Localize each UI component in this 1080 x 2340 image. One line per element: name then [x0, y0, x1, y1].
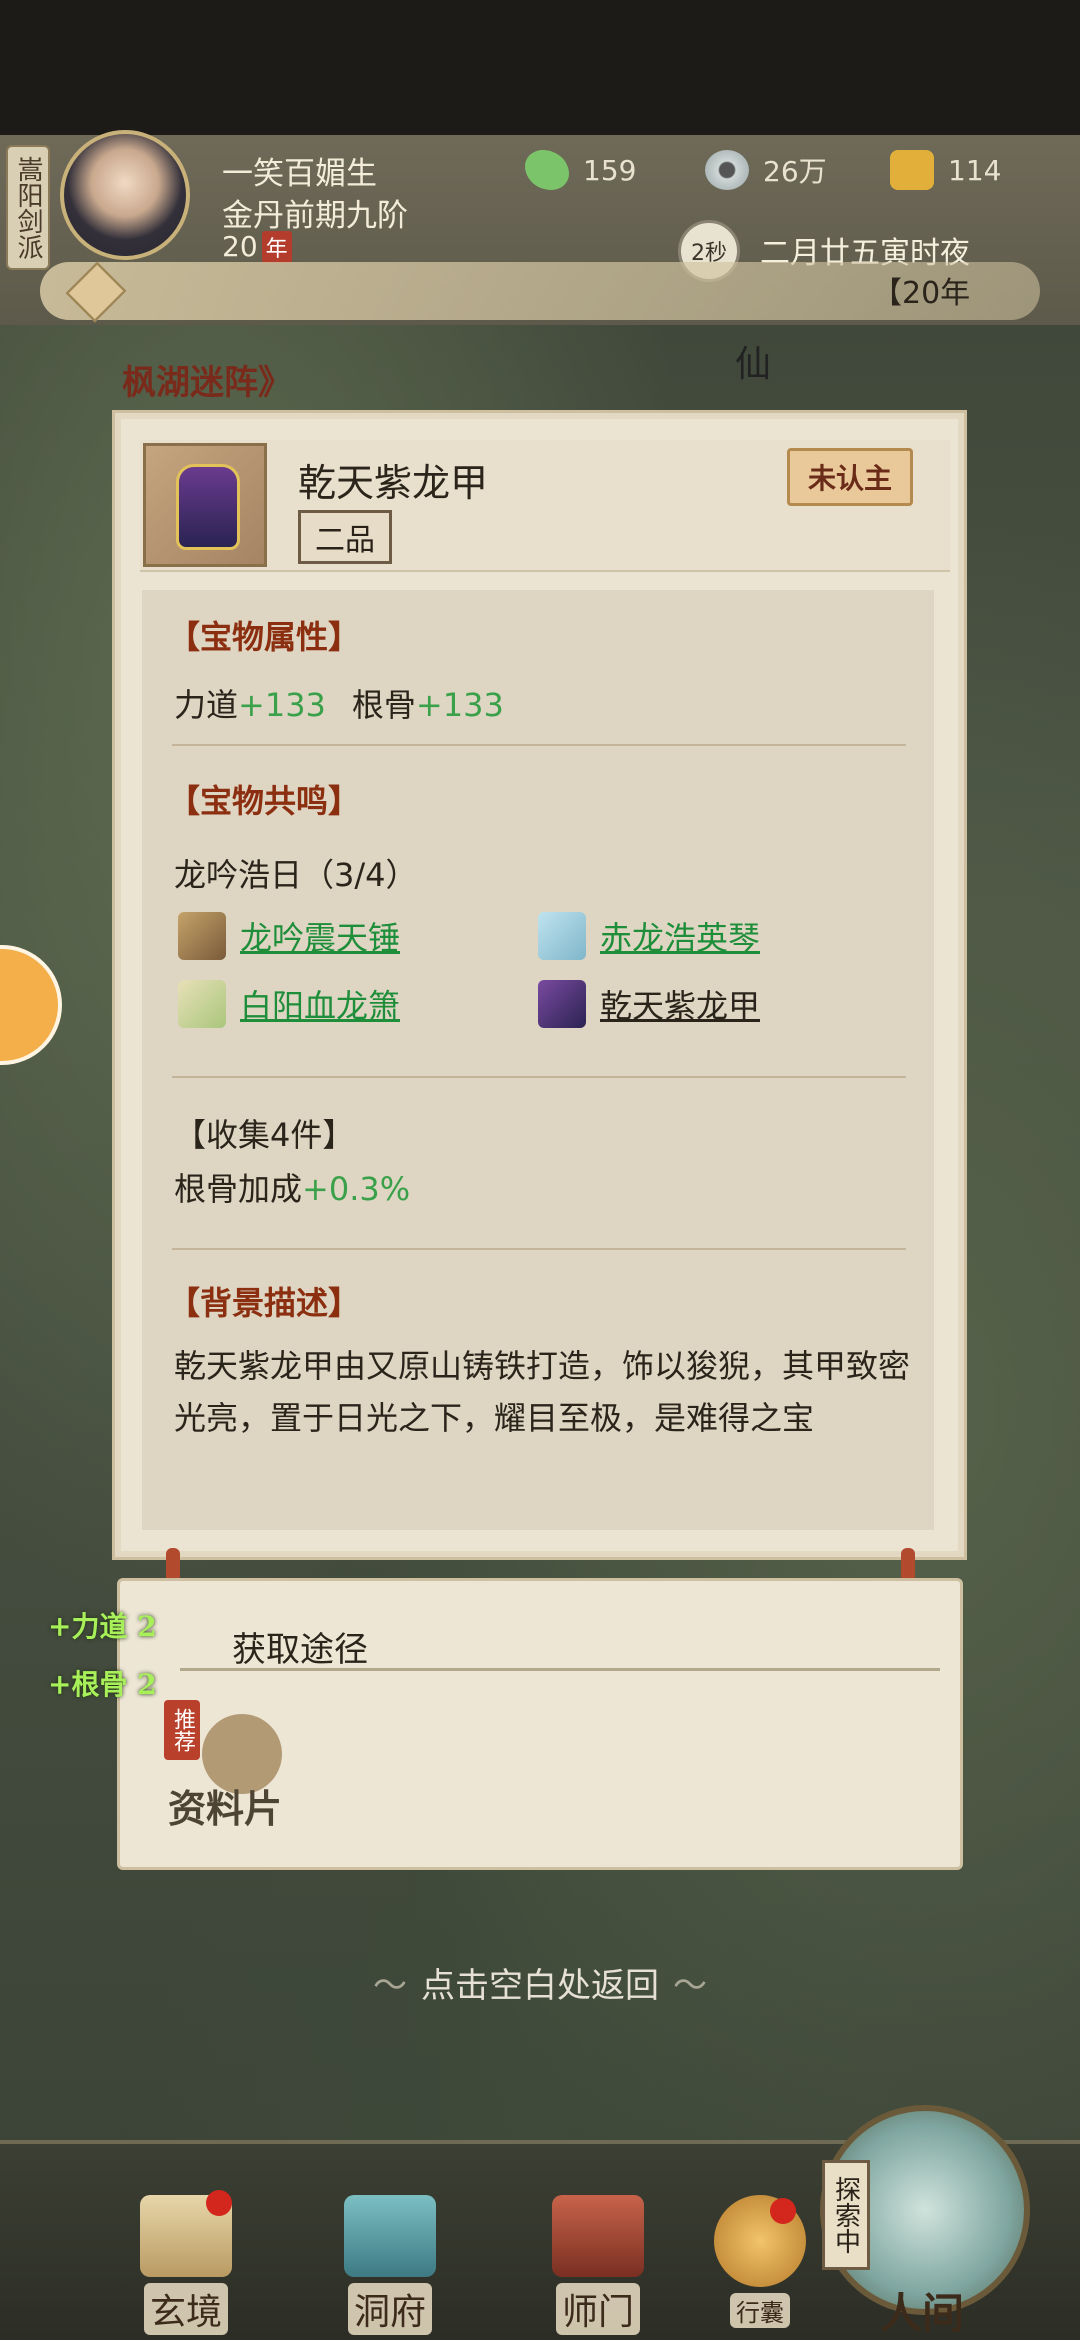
flute-icon	[178, 980, 226, 1028]
area-title[interactable]: 枫湖迷阵》	[122, 355, 292, 404]
floating-stat: +力道 2	[48, 1610, 157, 1643]
nav-label: 洞府	[347, 2283, 432, 2335]
set-name: 龙吟浩日（3/4）	[174, 856, 418, 894]
collection-bonus-label: 根骨加成	[174, 1170, 303, 1208]
nav-label: 行囊	[730, 2293, 790, 2328]
armor-icon	[538, 980, 586, 1028]
divider	[172, 744, 906, 746]
set-item-label: 龙吟震天锤	[240, 919, 401, 957]
floating-stat: +根骨 2	[48, 1668, 157, 1701]
divider	[172, 1248, 906, 1250]
bind-status-badge: 未认主	[787, 448, 914, 506]
obtain-divider	[180, 1668, 940, 1671]
stat-constitution-value: +133	[415, 686, 504, 724]
set-item-zither[interactable]: 赤龙浩英琴	[538, 912, 760, 960]
item-thumbnail	[143, 443, 267, 567]
item-grade: 二品	[298, 510, 392, 564]
obtain-title: 获取途径	[232, 1630, 368, 1670]
set-item-label: 赤龙浩英琴	[600, 919, 761, 957]
nav-label: 玄境	[143, 2283, 228, 2335]
return-hint-text: 点击空白处返回	[421, 1966, 659, 2006]
armor-icon	[176, 464, 240, 550]
attributes-title: 【宝物属性】	[168, 618, 361, 656]
background-description: 乾天紫龙甲由又原山铸铁打造，饰以狻猊，其甲致密光亮，置于日光之下，耀目至极，是难…	[174, 1347, 911, 1437]
human-world-label: 人间	[880, 2289, 965, 2338]
collection-bonus: 根骨加成+0.3%	[174, 1164, 410, 1210]
strength-icon	[890, 150, 934, 190]
coin-count: 26万	[763, 155, 827, 188]
collection-bonus-value: +0.3%	[302, 1170, 411, 1208]
player-age-unit: 年	[261, 230, 292, 263]
set-item-hammer[interactable]: 龙吟震天锤	[178, 912, 400, 960]
power-resource[interactable]: 114	[890, 150, 1001, 190]
sect-banner-icon	[552, 2195, 644, 2277]
stat-strength: 力道+133	[174, 680, 326, 726]
stat-strength-value: +133	[238, 686, 326, 724]
immortal-badge[interactable]: 仙	[735, 335, 771, 387]
collection-title: 【收集4件】	[174, 1116, 355, 1154]
nav-shimen[interactable]: 师门	[538, 2195, 658, 2335]
nav-xingnang[interactable]: 行囊	[700, 2195, 820, 2335]
player-age-value: 20	[222, 230, 258, 263]
tap-to-return-hint[interactable]: 点击空白处返回	[0, 1958, 1080, 2007]
coin-resource[interactable]: 26万	[705, 150, 827, 190]
set-item-armor[interactable]: 乾天紫龙甲	[538, 980, 760, 1028]
exploring-badge: 探索中	[822, 2160, 870, 2270]
sect-tag[interactable]: 嵩阳剑派	[6, 145, 50, 270]
set-item-flute[interactable]: 白阳血龙箫	[178, 980, 400, 1028]
attributes-line: 力道+133 根骨+133	[174, 680, 504, 726]
set-item-label: 乾天紫龙甲	[600, 987, 761, 1025]
status-bar-area	[0, 0, 1080, 135]
nav-label: 师门	[555, 2283, 640, 2335]
stat-constitution: 根骨+133	[352, 680, 504, 726]
player-name: 一笑百媚生	[222, 156, 377, 192]
background-title: 【背景描述】	[168, 1284, 361, 1322]
power-count: 114	[948, 153, 1002, 187]
notice-text: 【20年	[872, 276, 971, 311]
player-avatar[interactable]	[60, 130, 190, 260]
notification-dot	[770, 2198, 796, 2224]
hammer-icon	[178, 912, 226, 960]
divider	[172, 1076, 906, 1078]
player-realm: 金丹前期九阶	[222, 198, 408, 234]
jade-resource[interactable]: 159	[525, 150, 636, 190]
notification-dot	[206, 2190, 232, 2216]
nav-dongfu[interactable]: 洞府	[330, 2195, 450, 2335]
cave-house-icon	[344, 2195, 436, 2277]
zither-icon	[538, 912, 586, 960]
resonance-title: 【宝物共鸣】	[168, 782, 361, 820]
source-label: 资料片	[168, 1786, 283, 1831]
item-name: 乾天紫龙甲	[298, 461, 489, 505]
nav-xuanjing[interactable]: 玄境	[126, 2195, 246, 2335]
jade-icon	[525, 150, 569, 190]
recommend-badge: 推荐	[164, 1700, 200, 1760]
jade-count: 159	[583, 153, 637, 187]
player-age: 20 年	[222, 230, 292, 263]
set-item-label: 白阳血龙箫	[240, 987, 401, 1025]
stat-constitution-label: 根骨	[351, 686, 416, 724]
coin-icon	[705, 150, 749, 190]
stat-strength-label: 力道	[174, 686, 239, 724]
